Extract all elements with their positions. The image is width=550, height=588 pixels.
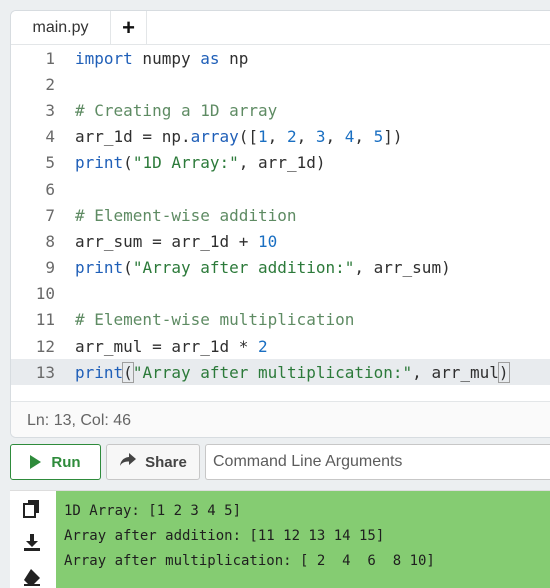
code-token: ]) [383,127,403,147]
comment-text: # Creating a 1D array [75,100,278,120]
line-number: 3 [45,100,55,120]
line-number: 7 [45,205,55,225]
code-text: print("Array after multiplication:", arr… [75,361,510,383]
number-token: 2 [286,127,297,147]
number-token: 1 [258,127,268,147]
code-token: , arr_sum) [354,258,451,278]
code-token: , [354,127,374,147]
code-line-6: 6 [11,176,550,202]
share-button[interactable]: Share [106,444,200,480]
run-button[interactable]: Run [10,444,101,480]
tab-bar: main.py + [11,11,550,45]
code-line-9: 9 print("Array after addition:", arr_sum… [11,255,550,281]
code-token: ( [123,258,133,278]
comment-text: # Element-wise addition [75,205,297,225]
code-text: arr_mul = arr_1d * 2 [75,337,268,356]
number-token: 2 [258,336,268,356]
code-line-8: 8 arr_sum = arr_1d + 10 [11,228,550,254]
output-panel: 1D Array: [1 2 3 4 5] Array after additi… [10,490,550,588]
output-line: Array after multiplication: [ 2 4 6 8 10… [64,553,435,569]
string-token: "Array after addition:" [132,258,355,278]
run-toolbar: Run Share [10,444,550,482]
line-number: 2 [45,74,55,94]
function-token: print [75,362,124,382]
code-line-5: 5 print("1D Array:", arr_1d) [11,150,550,176]
line-number: 4 [45,127,55,147]
number-token: 10 [258,231,278,251]
share-label: Share [145,453,187,471]
code-text: print("1D Array:", arr_1d) [75,153,325,172]
code-token: , [325,127,345,147]
code-line-2: 2 [11,71,550,97]
download-icon[interactable] [22,533,42,553]
text-cursor [508,364,510,383]
number-token: 4 [344,127,355,147]
string-token: "1D Array:" [132,153,239,173]
code-line-13-active: 13 print("Array after multiplication:", … [11,359,550,386]
number-token: 5 [373,127,384,147]
code-line-12: 12 arr_mul = arr_1d * 2 [11,333,550,359]
comment-text: # Element-wise multiplication [75,310,355,330]
code-editor-panel: main.py + 1 import numpy as np 2 3 # Cre… [10,10,550,438]
line-number: 9 [45,258,55,278]
line-number: 11 [35,310,55,330]
status-bar: Ln: 13, Col: 46 [11,401,550,437]
code-line-7: 7 # Element-wise addition [11,202,550,228]
play-icon [30,455,42,469]
output-line: 1D Array: [1 2 3 4 5] [64,503,242,519]
function-token: print [75,258,124,278]
code-line-1: 1 import numpy as np [11,45,550,71]
tab-main-py[interactable]: main.py [11,11,111,45]
eraser-icon[interactable] [22,567,42,587]
output-line: Array after addition: [11 12 13 14 15] [64,528,385,544]
code-token: arr_mul = arr_1d * [75,336,259,356]
code-token: ([ [238,127,259,147]
cursor-position: Ln: 13, Col: 46 [27,411,132,429]
code-text: arr_1d = np.array([1, 2, 3, 4, 5]) [75,127,403,146]
add-tab-button[interactable]: + [111,11,147,45]
line-number: 13 [35,362,55,382]
function-token: print [75,153,124,173]
code-token: , [267,127,287,147]
code-line-10: 10 [11,281,550,307]
matched-bracket: ( [122,361,134,383]
line-number: 5 [45,153,55,173]
code-line-11: 11 # Element-wise multiplication [11,307,550,333]
code-token: , [296,127,316,147]
function-token: array [190,127,239,147]
code-text: print("Array after addition:", arr_sum) [75,258,451,277]
code-token: arr_1d = np. [75,127,191,147]
line-number: 8 [45,231,55,251]
code-token: , arr_1d) [238,153,326,173]
code-text: arr_sum = arr_1d + 10 [75,232,277,251]
string-token: "Array after multiplication:" [132,362,413,382]
code-token: numpy [132,48,201,68]
code-token: np [219,48,249,68]
run-label: Run [51,453,81,471]
output-side-tools [10,491,56,588]
share-arrow-icon [119,453,137,471]
matched-bracket: ) [497,361,510,383]
code-text: import numpy as np [75,49,248,68]
program-output: 1D Array: [1 2 3 4 5] Array after additi… [56,491,550,588]
line-number: 6 [45,179,55,199]
line-number: 10 [35,284,55,304]
code-line-3: 3 # Creating a 1D array [11,97,550,123]
code-token: arr_sum = arr_1d + [75,231,259,251]
code-area[interactable]: 1 import numpy as np 2 3 # Creating a 1D… [11,45,550,395]
code-line-4: 4 arr_1d = np.array([1, 2, 3, 4, 5]) [11,124,550,150]
code-token: ( [123,153,133,173]
command-line-arguments-input[interactable] [205,444,550,480]
keyword-token: import [75,48,133,68]
line-number: 1 [45,48,55,68]
code-token: , arr_mul [412,362,499,382]
copy-icon[interactable] [22,499,42,519]
keyword-token: as [200,48,220,68]
line-number: 12 [35,336,55,356]
